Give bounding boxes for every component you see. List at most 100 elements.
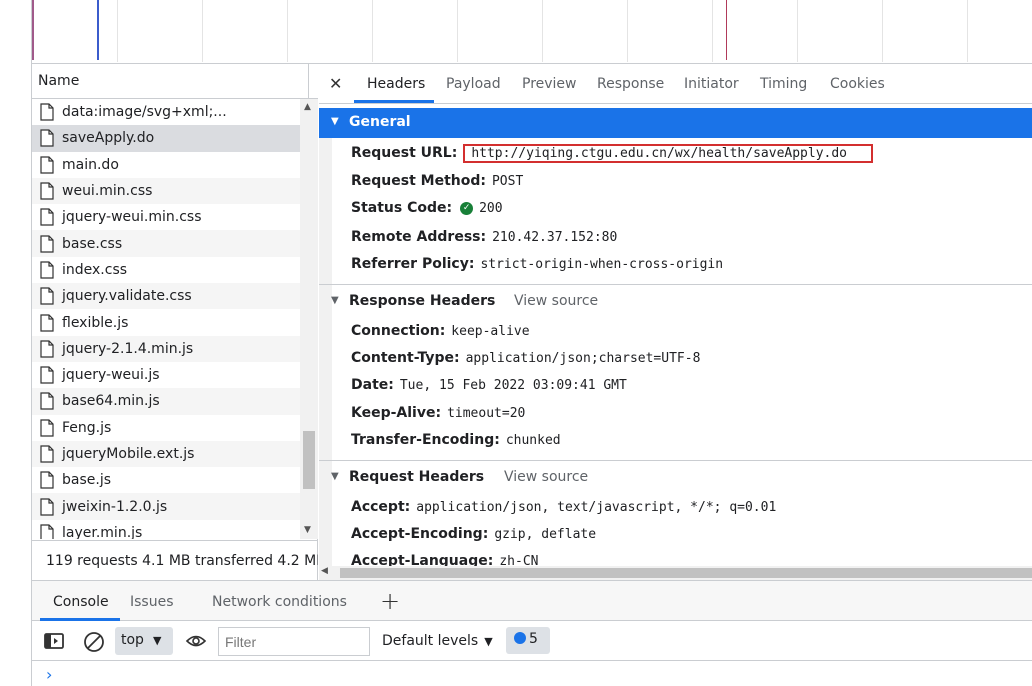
file-icon	[40, 261, 54, 279]
details-vertical-scrollbar[interactable]: ▲ ◀	[319, 108, 332, 580]
header-value[interactable]: keep-alive	[451, 324, 529, 339]
request-row[interactable]: index.css	[32, 257, 300, 283]
timeline-gridline	[712, 0, 713, 62]
name-column-label: Name	[38, 73, 80, 89]
request-row[interactable]: base.css	[32, 230, 300, 257]
message-count-badge[interactable]: 5	[506, 627, 550, 654]
request-method-label: Request Method:	[351, 173, 486, 189]
console-drawer: Console Issues Network conditions + top …	[32, 580, 1032, 686]
request-row[interactable]: layer.min.js	[32, 520, 300, 539]
request-name: jquery-weui.min.css	[62, 209, 202, 226]
tab-preview[interactable]: Preview	[522, 76, 577, 92]
scroll-down-arrow-icon[interactable]: ▼	[304, 525, 311, 535]
request-headers-title: Request Headers	[349, 469, 485, 485]
request-row[interactable]: jquery-weui.js	[32, 362, 300, 388]
scroll-up-arrow-icon[interactable]: ▲	[304, 102, 311, 112]
network-overview-timeline[interactable]	[32, 0, 1032, 64]
request-row[interactable]: jquery.validate.css	[32, 283, 300, 310]
scrollbar-thumb[interactable]	[303, 431, 315, 489]
request-name: jquery-weui.js	[62, 367, 160, 384]
request-list-scrollbar[interactable]: ▲ ▼	[300, 99, 318, 539]
active-tab-indicator	[354, 100, 434, 103]
left-gutter	[0, 0, 32, 686]
details-horizontal-scrollbar[interactable]	[332, 566, 1032, 580]
request-row[interactable]: base.js	[32, 467, 300, 493]
header-value[interactable]: Tue, 15 Feb 2022 03:09:41 GMT	[400, 378, 627, 393]
status-code-row: Status Code: ✓ 200	[351, 200, 503, 216]
general-section-header[interactable]: ▼ General	[319, 108, 1032, 138]
header-name: Keep-Alive:	[351, 404, 442, 421]
file-icon	[40, 129, 54, 148]
tab-headers[interactable]: Headers	[367, 76, 425, 92]
log-levels-dropdown[interactable]: Default levels ▼	[382, 633, 493, 649]
header-name: Content-Type:	[351, 350, 460, 367]
show-sidebar-icon[interactable]	[44, 631, 64, 651]
referrer-policy-label: Referrer Policy:	[351, 256, 475, 272]
tab-initiator[interactable]: Initiator	[684, 76, 739, 92]
tab-cookies[interactable]: Cookies	[830, 76, 885, 92]
file-icon	[40, 156, 54, 174]
header-value[interactable]: application/json, text/javascript, */*; …	[416, 500, 776, 515]
timeline-gridline	[287, 0, 288, 62]
request-row[interactable]: jqueryMobile.ext.js	[32, 440, 300, 468]
request-name: index.css	[62, 261, 128, 278]
request-headers-section-header[interactable]: ▼ Request Headers View source	[319, 463, 1032, 493]
context-selector[interactable]: top ▼	[115, 627, 173, 655]
response-view-source-link[interactable]: View source	[514, 293, 598, 309]
header-value[interactable]: chunked	[506, 433, 561, 448]
header-value[interactable]: gzip, deflate	[494, 527, 596, 542]
header-value[interactable]: application/json;charset=UTF-8	[466, 351, 701, 366]
console-prompt-chevron-icon[interactable]: ›	[46, 665, 52, 684]
name-column-header[interactable]: Name	[32, 64, 318, 99]
remote-address-value[interactable]: 210.42.37.152:80	[492, 230, 617, 245]
file-icon	[40, 287, 54, 305]
console-filter-input[interactable]	[218, 627, 370, 656]
column-divider[interactable]	[308, 64, 309, 99]
file-icon	[40, 497, 54, 516]
request-name: weui.min.css	[62, 183, 153, 200]
request-row[interactable]: flexible.js	[32, 309, 300, 335]
scrollbar-thumb[interactable]	[340, 568, 1032, 578]
tab-timing[interactable]: Timing	[760, 76, 807, 92]
status-code-value[interactable]: 200	[479, 201, 502, 216]
request-rows: data:image/svg+xml;... saveApply.do main.d…	[32, 99, 300, 539]
request-row[interactable]: jweixin-1.2.0.js	[32, 493, 300, 520]
request-row[interactable]: jquery-2.1.4.min.js	[32, 335, 300, 362]
header-row: Transfer-Encoding: chunked	[351, 432, 561, 448]
request-url-value[interactable]: http://yiqing.ctgu.edu.cn/wx/health/save…	[463, 144, 874, 163]
close-icon[interactable]: ✕	[329, 74, 342, 93]
general-section-title: General	[349, 114, 411, 130]
request-row[interactable]: weui.min.css	[32, 177, 300, 205]
timeline-marker-finish	[726, 0, 727, 60]
file-icon	[40, 445, 54, 463]
header-value[interactable]: timeout=20	[447, 406, 525, 421]
timeline-gridline	[797, 0, 798, 62]
tab-network-conditions[interactable]: Network conditions	[212, 594, 347, 610]
drawer-tabbar: Console Issues Network conditions +	[32, 581, 1032, 621]
request-row[interactable]: Feng.js	[32, 415, 300, 441]
request-row[interactable]: data:image/svg+xml;...	[32, 99, 300, 125]
request-row[interactable]: saveApply.do	[32, 125, 300, 152]
add-tab-plus-icon[interactable]: +	[380, 587, 400, 615]
request-view-source-link[interactable]: View source	[504, 469, 588, 485]
live-expression-eye-icon[interactable]	[185, 631, 207, 651]
request-row[interactable]: main.do	[32, 152, 300, 178]
timeline-marker-dom	[97, 0, 99, 60]
tab-payload[interactable]: Payload	[446, 76, 501, 92]
tab-response[interactable]: Response	[597, 76, 664, 92]
request-method-value[interactable]: POST	[492, 174, 523, 189]
status-code-label: Status Code:	[351, 200, 453, 216]
timeline-gridline	[457, 0, 458, 62]
expand-triangle-icon: ▼	[331, 295, 339, 306]
file-icon	[40, 340, 54, 358]
scroll-down-arrow-icon[interactable]: ◀	[321, 566, 328, 576]
tab-issues[interactable]: Issues	[130, 594, 174, 610]
file-icon	[40, 313, 54, 332]
clear-console-icon[interactable]	[83, 631, 105, 653]
request-row[interactable]: base64.min.js	[32, 388, 300, 415]
referrer-policy-value[interactable]: strict-origin-when-cross-origin	[480, 257, 723, 272]
request-row[interactable]: jquery-weui.min.css	[32, 204, 300, 230]
response-headers-section-header[interactable]: ▼ Response Headers View source	[319, 287, 1032, 317]
tab-console[interactable]: Console	[53, 594, 109, 610]
timeline-marker-load	[32, 0, 34, 60]
